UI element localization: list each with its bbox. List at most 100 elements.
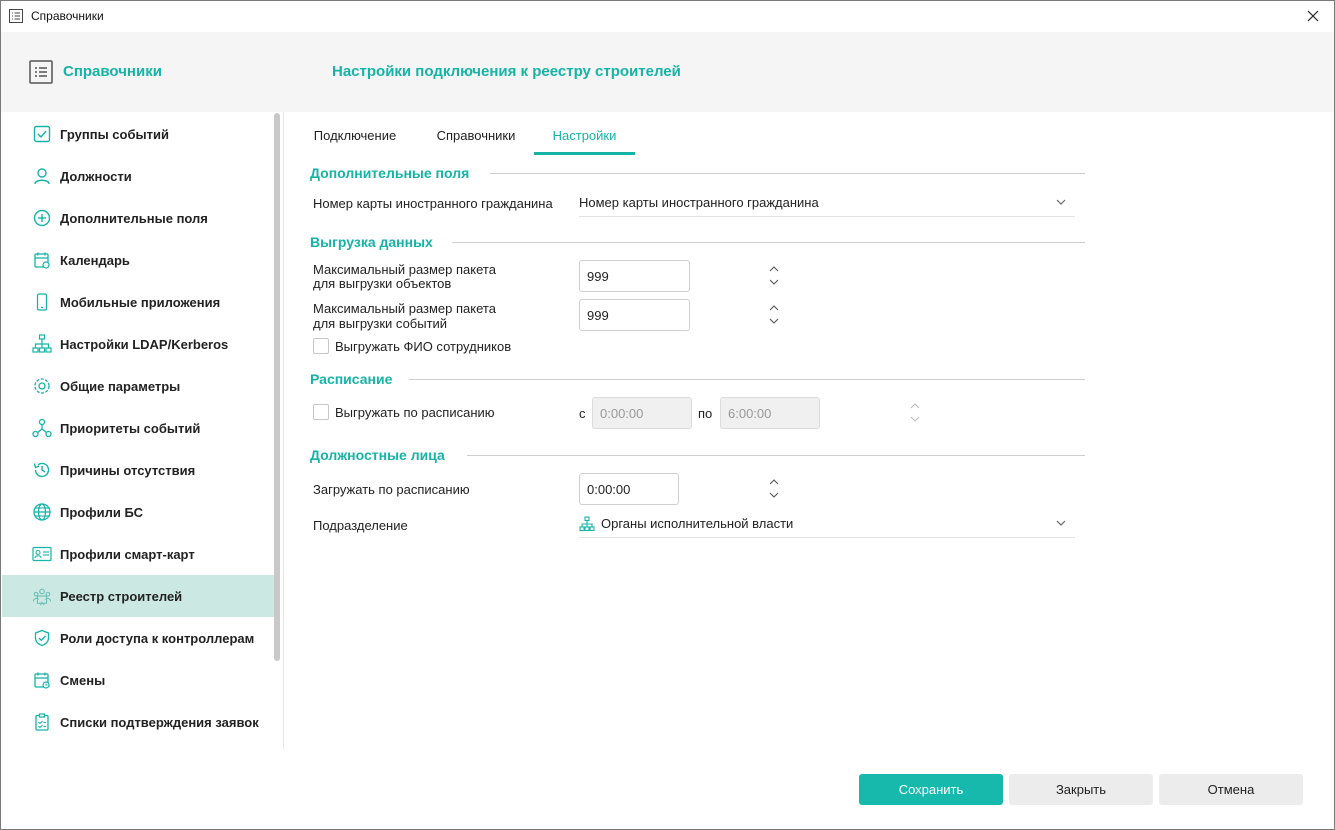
title-bar: Справочники — [1, 1, 1334, 32]
chevron-down-icon — [1055, 517, 1067, 529]
scheduled-export-checkbox[interactable] — [313, 404, 329, 420]
sidebar-item-label: Причины отсутствия — [60, 462, 196, 478]
sidebar: Группы событий Должности Дополнительные … — [1, 112, 284, 749]
sidebar-item-label: Профили смарт-карт — [60, 546, 195, 562]
sidebar-item-label: Реестр строителей — [60, 588, 183, 604]
events-batch-label-line2: для выгрузки событий — [313, 316, 448, 331]
chevron-down-icon[interactable] — [768, 489, 780, 501]
load-time-stepper[interactable] — [579, 473, 779, 505]
division-value: Органы исполнительной власти — [601, 516, 794, 531]
section-divider — [452, 242, 1085, 243]
page-title: Настройки подключения к реестру строител… — [332, 63, 681, 80]
sidebar-item-label: Профили БС — [60, 504, 144, 520]
foreign-card-label: Номер карты иностранного гражданина — [313, 196, 553, 211]
to-time-stepper[interactable] — [720, 397, 920, 429]
chevron-up-icon — [909, 400, 921, 412]
save-button[interactable]: Сохранить — [859, 774, 1003, 805]
org-tree-icon — [579, 515, 595, 532]
sidebar-item-calendar[interactable]: Календарь — [2, 239, 274, 281]
section-divider — [467, 455, 1085, 456]
cancel-button[interactable]: Отмена — [1159, 774, 1303, 805]
list-icon — [9, 9, 23, 23]
window-title: Справочники — [31, 9, 104, 23]
gear-icon — [32, 376, 52, 396]
scheduled-export-label: Выгружать по расписанию — [335, 405, 495, 420]
sidebar-item-label: Приоритеты событий — [60, 420, 201, 436]
sidebar-item-absence-reasons[interactable]: Причины отсутствия — [2, 449, 274, 491]
sidebar-item-event-groups[interactable]: Группы событий — [2, 113, 274, 155]
sidebar-item-label: Списки подтверждения заявок — [60, 714, 259, 730]
globe-icon — [32, 502, 52, 522]
header: Справочники Настройки подключения к реес… — [1, 32, 1334, 112]
chevron-down-icon — [909, 413, 921, 425]
clipboard-icon — [32, 712, 52, 732]
sidebar-item-label: Смены — [60, 672, 106, 688]
chevron-down-icon[interactable] — [768, 315, 780, 327]
sidebar-item-positions[interactable]: Должности — [2, 155, 274, 197]
foreign-card-select[interactable]: Номер карты иностранного гражданина — [579, 189, 1075, 217]
checkbox-icon — [32, 124, 52, 144]
chevron-up-icon[interactable] — [768, 476, 780, 488]
sidebar-item-label: Настройки LDAP/Kerberos — [60, 336, 229, 352]
sidebar-item-smartcard-profiles[interactable]: Профили смарт-карт — [2, 533, 274, 575]
sidebar-item-label: Роли доступа к контроллерам — [60, 630, 255, 646]
sidebar-item-controller-roles[interactable]: Роли доступа к контроллерам — [2, 617, 274, 659]
to-label: по — [698, 406, 713, 421]
list-icon — [29, 60, 53, 84]
sidebar-item-mobile-apps[interactable]: Мобильные приложения — [2, 281, 274, 323]
sidebar-item-label: Общие параметры — [60, 378, 181, 394]
export-names-label: Выгружать ФИО сотрудников — [335, 339, 512, 354]
sidebar-item-event-priorities[interactable]: Приоритеты событий — [2, 407, 274, 449]
events-batch-label-line1: Максимальный размер пакета — [313, 301, 496, 316]
calendar-clock-icon — [32, 670, 52, 690]
sidebar-item-shifts[interactable]: Смены — [2, 659, 274, 701]
objects-batch-stepper[interactable] — [579, 260, 779, 292]
load-time-input[interactable] — [580, 481, 763, 497]
events-batch-stepper[interactable] — [579, 299, 779, 331]
section-divider — [409, 379, 1085, 380]
network-icon — [32, 334, 52, 354]
events-batch-input[interactable] — [580, 307, 763, 323]
sidebar-item-label: Календарь — [60, 252, 130, 268]
chevron-down-icon — [1055, 196, 1067, 208]
sidebar-item-builders-registry[interactable]: Реестр строителей — [2, 575, 274, 617]
sidebar-item-extra-fields[interactable]: Дополнительные поля — [2, 197, 274, 239]
section-divider — [490, 173, 1085, 174]
sidebar-item-approval-lists[interactable]: Списки подтверждения заявок — [2, 701, 274, 743]
sidebar-item-label: Группы событий — [60, 126, 169, 142]
sidebar-item-label: Дополнительные поля — [60, 210, 208, 226]
sidebar-item-ldap[interactable]: Настройки LDAP/Kerberos — [2, 323, 274, 365]
sidebar-item-general[interactable]: Общие параметры — [2, 365, 274, 407]
sidebar-scrollbar[interactable] — [274, 113, 280, 661]
close-icon[interactable] — [1302, 5, 1324, 27]
tab-connection[interactable]: Подключение — [297, 119, 413, 155]
foreign-card-value: Номер карты иностранного гражданина — [579, 195, 819, 210]
division-select[interactable]: Органы исполнительной власти — [579, 510, 1075, 538]
sidebar-item-label: Должности — [60, 168, 132, 184]
sidebar-item-bs-profiles[interactable]: Профили БС — [2, 491, 274, 533]
export-names-checkbox[interactable] — [313, 338, 329, 354]
close-button[interactable]: Закрыть — [1009, 774, 1153, 805]
section-title-officials: Должностные лица — [310, 447, 445, 463]
chevron-up-icon[interactable] — [768, 263, 780, 275]
from-time-stepper[interactable] — [592, 397, 792, 429]
phone-icon — [32, 292, 52, 312]
nodes-icon — [32, 418, 52, 438]
id-card-icon — [32, 544, 52, 564]
objects-batch-input[interactable] — [580, 268, 763, 284]
plus-circle-icon — [32, 208, 52, 228]
chevron-down-icon[interactable] — [768, 276, 780, 288]
brand-title: Справочники — [63, 63, 162, 80]
to-time-input[interactable] — [721, 405, 904, 421]
objects-batch-label-line1: Максимальный размер пакета — [313, 262, 496, 277]
section-title-schedule: Расписание — [310, 371, 393, 387]
sidebar-item-label: Мобильные приложения — [60, 294, 221, 310]
section-title-export: Выгрузка данных — [310, 234, 433, 250]
tab-directories[interactable]: Справочники — [419, 119, 533, 155]
chevron-up-icon[interactable] — [768, 302, 780, 314]
tab-settings[interactable]: Настройки — [534, 119, 635, 155]
from-label: с — [579, 406, 586, 421]
user-icon — [32, 166, 52, 186]
objects-batch-label-line2: для выгрузки объектов — [313, 276, 452, 291]
shield-check-icon — [32, 628, 52, 648]
